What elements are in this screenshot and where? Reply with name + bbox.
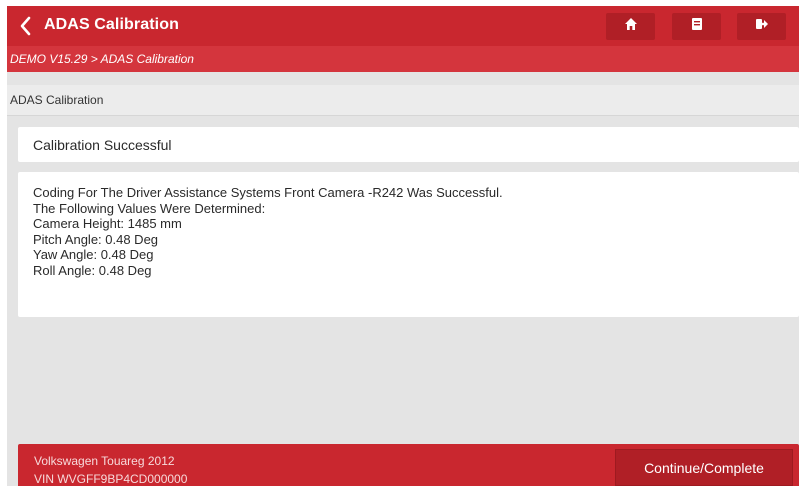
app-window: ADAS Calibration DEMO V15.29 > ADAS Cali…: [7, 6, 799, 486]
exit-icon: [755, 17, 769, 36]
section-title: ADAS Calibration: [10, 93, 104, 107]
chevron-left-icon[interactable]: [17, 15, 37, 37]
title-bar: ADAS Calibration: [7, 6, 799, 46]
home-icon: [624, 17, 638, 36]
section-header: ADAS Calibration: [7, 85, 799, 116]
result-line: Roll Angle: 0.48 Deg: [33, 262, 152, 278]
result-line: Pitch Angle: 0.48 Deg: [33, 231, 159, 247]
result-line: Yaw Angle: 0.48 Deg: [33, 247, 154, 262]
home-button[interactable]: [606, 13, 655, 40]
exit-button[interactable]: [737, 13, 786, 40]
status-text: Calibration Successful: [33, 137, 172, 153]
page-title: ADAS Calibration: [44, 16, 179, 33]
result-text: Coding For The Driver Assistance Systems…: [33, 185, 503, 278]
vehicle-footer: Volkswagen Touareg 2012 VIN WVGFF9BP4CD0…: [18, 444, 799, 486]
report-icon: [691, 17, 703, 36]
continue-complete-button[interactable]: Continue/Complete: [615, 449, 793, 486]
result-line: Camera Height: 1485 mm: [33, 216, 182, 231]
vin-text: VIN WVGFF9BP4CD000000: [34, 472, 188, 486]
result-panel: Coding For The Driver Assistance Systems…: [18, 172, 799, 317]
result-line: The Following Values Were Determined:: [33, 200, 266, 216]
status-panel: Calibration Successful: [18, 127, 799, 162]
breadcrumb: DEMO V15.29 > ADAS Calibration: [10, 52, 194, 66]
result-line: Coding For The Driver Assistance Systems…: [33, 185, 503, 200]
vehicle-name: Volkswagen Touareg 2012: [34, 454, 175, 468]
breadcrumb-bar: DEMO V15.29 > ADAS Calibration: [7, 46, 799, 72]
report-button[interactable]: [672, 13, 721, 40]
